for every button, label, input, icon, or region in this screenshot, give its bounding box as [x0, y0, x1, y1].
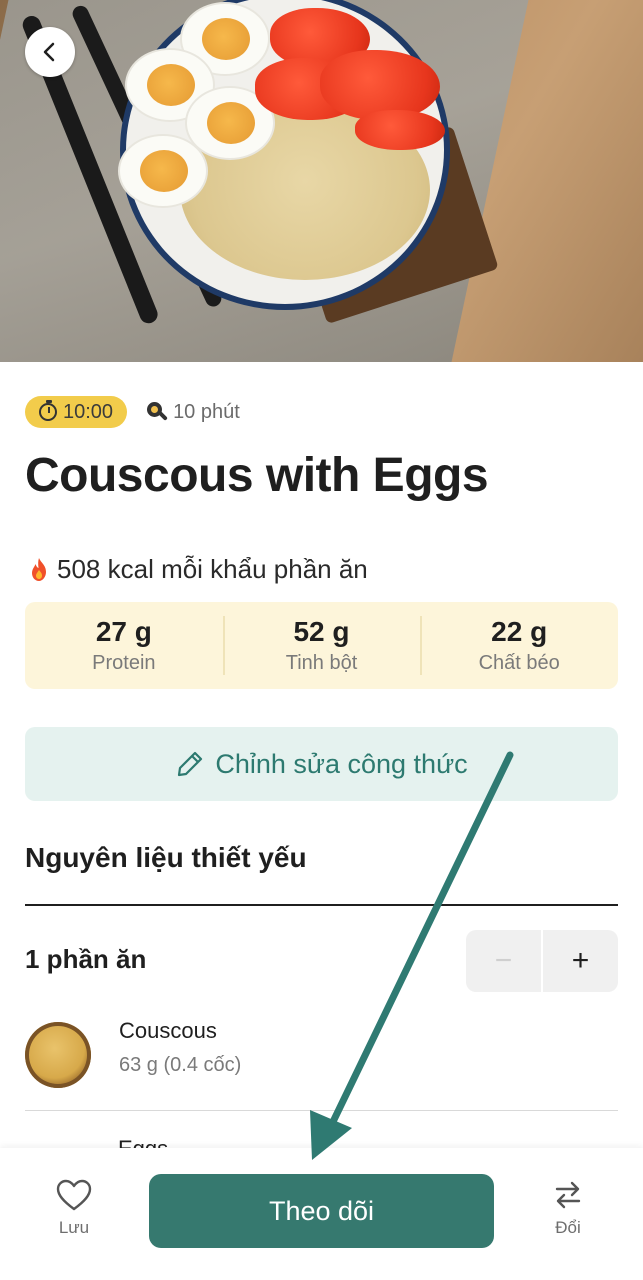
ingredients-title: Nguyên liệu thiết yếu — [25, 842, 307, 873]
pencil-icon — [178, 751, 203, 777]
macro-value: 52 g — [293, 616, 350, 647]
macro-value: 27 g — [95, 616, 152, 647]
cook-time: 10 phút — [147, 401, 240, 424]
hero-tomato — [320, 50, 440, 120]
hero-egg — [118, 134, 208, 208]
chevron-left-icon — [43, 42, 55, 62]
save-button[interactable]: Lưu — [34, 1178, 114, 1238]
servings-stepper: − + — [466, 930, 618, 992]
timer-value: 10:00 — [63, 400, 114, 423]
stopwatch-icon — [39, 400, 57, 421]
back-button[interactable] — [25, 27, 75, 77]
frying-pan-icon — [147, 402, 169, 422]
save-label: Lưu — [58, 1218, 90, 1237]
swap-button[interactable]: Đổi — [528, 1178, 608, 1238]
increase-servings-button[interactable]: + — [543, 930, 618, 992]
swap-arrows-icon — [555, 1181, 581, 1209]
ingredient-item[interactable]: Couscous 63 g (0.4 cốc) — [25, 1018, 618, 1118]
recipe-badges: 10:00 10 phút — [25, 396, 240, 428]
recipe-title: Couscous with Eggs — [25, 449, 489, 502]
swap-label: Đổi — [555, 1218, 581, 1237]
cook-time-value: 10 phút — [173, 400, 240, 423]
ingredient-text: Couscous 63 g (0.4 cốc) — [119, 1018, 241, 1077]
recipe-detail-screen: 10:00 10 phút Couscous with Eggs 508 kca… — [0, 0, 643, 1280]
section-divider — [25, 904, 618, 906]
track-button[interactable]: Theo dõi — [149, 1174, 494, 1248]
macro-value: 22 g — [491, 616, 548, 647]
bottom-action-bar: Lưu Theo dõi Đổi — [0, 1148, 643, 1280]
decrease-servings-button[interactable]: − — [466, 930, 541, 992]
calories-text: 508 kcal mỗi khẩu phần ăn — [57, 554, 368, 584]
macro-carbs: 52 g Tinh bột — [222, 602, 421, 689]
timer-badge: 10:00 — [25, 396, 128, 428]
edit-recipe-button[interactable]: Chỉnh sửa công thức — [25, 727, 618, 801]
recipe-content: 10:00 10 phút Couscous with Eggs 508 kca… — [0, 362, 643, 1161]
ingredient-divider — [25, 1110, 618, 1111]
macros-panel: 27 g Protein 52 g Tinh bột 22 g Chất béo — [25, 602, 618, 689]
calories-per-serving: 508 kcal mỗi khẩu phần ăn — [25, 554, 368, 585]
hero-tomato — [355, 110, 445, 150]
couscous-thumbnail — [25, 1022, 91, 1088]
fire-icon — [32, 557, 46, 581]
heart-icon — [56, 1179, 92, 1211]
macro-label: Chất béo — [478, 652, 560, 674]
recipe-hero-image — [0, 0, 643, 362]
ingredient-quantity: 63 g (0.4 cốc) — [119, 1054, 242, 1076]
macro-label: Tinh bột — [285, 652, 358, 674]
edit-recipe-label: Chỉnh sửa công thức — [215, 748, 468, 779]
macro-label: Protein — [92, 652, 156, 674]
macro-protein: 27 g Protein — [25, 602, 223, 689]
servings-label: 1 phần ăn — [25, 944, 147, 974]
ingredient-name: Couscous — [119, 1018, 217, 1043]
macro-fat: 22 g Chất béo — [420, 602, 618, 689]
